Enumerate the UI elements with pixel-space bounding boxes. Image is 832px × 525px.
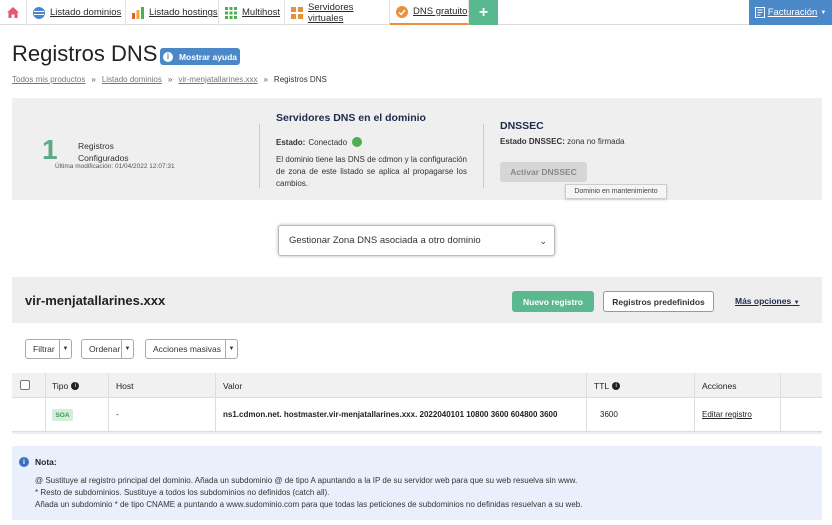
zone-select-value: Gestionar Zona DNS asociada a otro domin…: [289, 235, 481, 246]
info-icon: i: [19, 457, 29, 467]
column-divider: [780, 373, 781, 432]
dnssec-tooltip: Dominio en mantenimiento: [565, 184, 667, 199]
dns-status-label: Estado:: [276, 137, 306, 147]
chevron-down-icon: ▼: [793, 300, 800, 306]
breadcrumb-separator: »: [263, 75, 268, 84]
note-line: Añada un subdominio * de tipo CNAME a pu…: [35, 500, 583, 509]
facturacion-label: Facturación: [767, 7, 818, 18]
column-divider: [108, 373, 109, 432]
table-header: [12, 373, 822, 398]
divider: [259, 124, 260, 188]
tab-label: DNS gratuito: [413, 6, 468, 17]
chevron-down-icon[interactable]: ▼: [225, 340, 237, 358]
domain-name: vir-menjatallarines.xxx: [25, 293, 166, 308]
more-options-menu[interactable]: Más opciones ▼: [735, 296, 800, 306]
tab-label: Listado hostings: [149, 7, 218, 18]
info-icon[interactable]: i: [612, 382, 621, 390]
records-count-label: Registros Configurados: [78, 140, 129, 164]
show-help-button[interactable]: i Mostrar ayuda: [160, 48, 240, 65]
records-label-line1: Registros: [78, 141, 114, 151]
tab-multihost[interactable]: Multihost: [219, 0, 285, 25]
record-host: -: [116, 410, 119, 419]
column-valor: Valor: [223, 381, 243, 391]
facturacion-menu[interactable]: Facturación ▼: [749, 0, 832, 25]
tab-dns-gratuito[interactable]: DNS gratuito: [390, 0, 469, 25]
records-count: 1: [42, 134, 58, 165]
new-record-button[interactable]: Nuevo registro: [512, 291, 594, 312]
tab-label: Multihost: [242, 7, 281, 18]
column-ttl[interactable]: TTL i: [594, 381, 621, 391]
dnssec-title: DNSSEC: [500, 120, 544, 132]
breadcrumb-link[interactable]: Listado dominios: [102, 75, 162, 84]
breadcrumb-separator: »: [91, 75, 96, 84]
servers-icon: [291, 6, 303, 19]
status-connected-icon: [352, 137, 363, 147]
breadcrumb-link[interactable]: Todos mis productos: [12, 75, 85, 84]
breadcrumb: Todos mis productos » Listado dominios »…: [12, 75, 327, 84]
column-divider: [215, 373, 216, 432]
tab-servidores-virtuales[interactable]: Servidores virtuales: [285, 0, 390, 25]
column-tipo-label: Tipo: [52, 381, 69, 391]
dns-icon: [396, 5, 408, 18]
column-tipo[interactable]: Tipo i: [52, 381, 80, 391]
divider: [483, 124, 484, 188]
activate-dnssec-button[interactable]: Activar DNSSEC: [500, 162, 587, 182]
add-product-button[interactable]: +: [469, 0, 498, 25]
record-value: ns1.cdmon.net. hostmaster.vir-menjatalla…: [223, 410, 558, 419]
bulk-actions-label: Acciones masivas: [153, 344, 222, 354]
dnssec-status: Estado DNSSEC: zona no firmada: [500, 137, 625, 146]
column-ttl-label: TTL: [594, 381, 610, 391]
dnssec-status-label: Estado DNSSEC:: [500, 137, 565, 146]
top-navigation: Listado dominios Listado hostings Multih…: [0, 0, 832, 25]
sort-dropdown[interactable]: Ordenar ▼: [81, 339, 134, 359]
tab-label: Listado dominios: [50, 7, 122, 18]
select-all-checkbox[interactable]: [20, 380, 30, 390]
zone-select[interactable]: Gestionar Zona DNS asociada a otro domin…: [278, 225, 555, 256]
more-options-label: Más opciones: [735, 296, 792, 306]
breadcrumb-current: Registros DNS: [273, 75, 327, 84]
chevron-down-icon: ⌄: [539, 236, 547, 246]
tab-listado-dominios[interactable]: Listado dominios: [27, 0, 126, 25]
invoice-icon: [754, 7, 765, 18]
tab-label: Servidores virtuales: [308, 1, 354, 24]
filter-dropdown[interactable]: Filtrar ▼: [25, 339, 72, 359]
dns-servers-title: Servidores DNS en el dominio: [276, 112, 426, 124]
dns-status: Estado: Conectado: [276, 137, 363, 147]
dns-description: El dominio tiene las DNS de cdmon y la c…: [276, 155, 467, 188]
sort-label: Ordenar: [89, 344, 121, 354]
bar-chart-icon: [132, 6, 144, 19]
last-modified: Última modificación: 01/04/2022 12:07:31: [55, 163, 175, 170]
chevron-down-icon[interactable]: ▼: [121, 340, 133, 358]
dnssec-status-value: zona no firmada: [567, 137, 625, 146]
record-ttl: 3600: [600, 410, 618, 419]
dns-status-value: Conectado: [308, 137, 348, 147]
info-icon: i: [162, 51, 173, 62]
home-icon: [7, 7, 19, 18]
note-box: i Nota: @ Sustituye al registro principa…: [12, 446, 822, 520]
column-divider: [586, 373, 587, 432]
breadcrumb-separator: »: [167, 75, 173, 84]
predefined-records-button[interactable]: Registros predefinidos: [603, 291, 714, 312]
note-title: Nota:: [35, 457, 57, 467]
column-divider: [45, 373, 46, 432]
breadcrumb-link[interactable]: vir-menjatallarines.xxx: [178, 75, 257, 84]
help-label: Mostrar ayuda: [178, 51, 238, 62]
chevron-down-icon[interactable]: ▼: [59, 340, 71, 358]
page-title: Registros DNS: [12, 41, 158, 66]
column-acciones: Acciones: [702, 381, 737, 391]
record-type-badge: SOA: [52, 409, 73, 421]
bulk-actions-dropdown[interactable]: Acciones masivas ▼: [145, 339, 238, 359]
column-host: Host: [116, 381, 134, 391]
note-line: @ Sustituye al registro principal del do…: [35, 476, 578, 485]
tab-listado-hostings[interactable]: Listado hostings: [126, 0, 219, 25]
filter-label: Filtrar: [33, 344, 55, 354]
edit-record-link[interactable]: Editar registro: [702, 410, 752, 419]
chevron-down-icon: ▼: [820, 9, 827, 16]
home-tab[interactable]: [0, 0, 27, 25]
column-divider: [694, 373, 695, 432]
grid-icon: [225, 6, 237, 19]
globe-icon: [33, 6, 45, 19]
note-line: * Resto de subdominios. Sustituye a todo…: [35, 488, 330, 497]
info-icon[interactable]: i: [71, 382, 80, 390]
